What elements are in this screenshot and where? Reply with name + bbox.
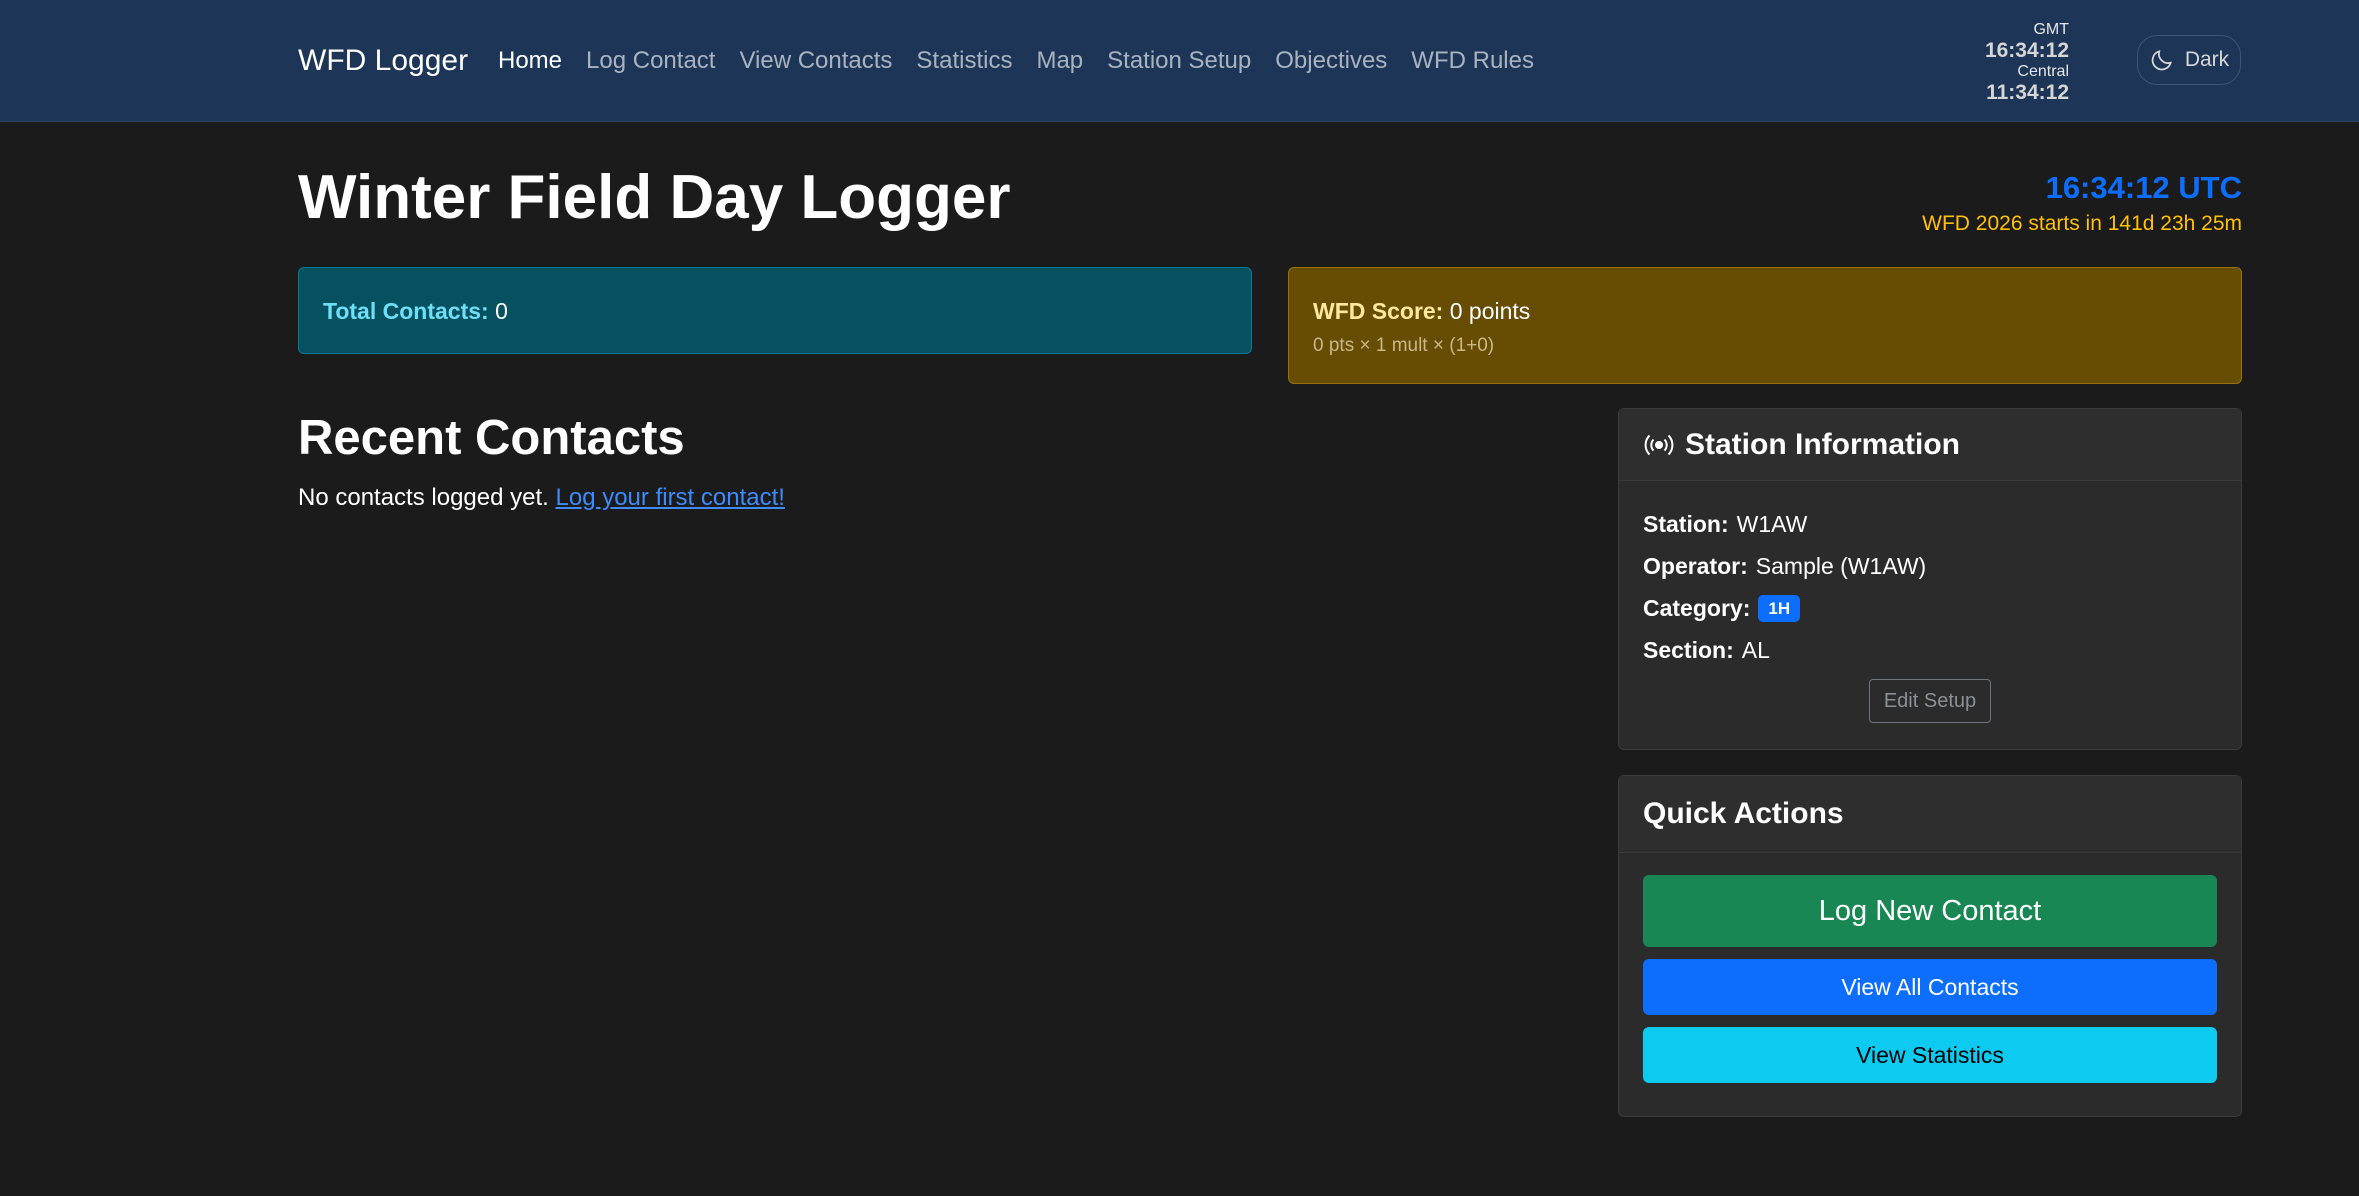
recent-contacts-title: Recent Contacts bbox=[298, 411, 685, 465]
view-all-contacts-button[interactable]: View All Contacts bbox=[1643, 959, 2217, 1015]
utc-clock: 16:34:12 UTC bbox=[2045, 170, 2242, 205]
clock-time-gmt: 16:34:12 bbox=[1984, 39, 2069, 62]
operator-row: Operator: Sample (W1AW) bbox=[1643, 553, 2217, 580]
theme-toggle-button[interactable]: Dark bbox=[2137, 35, 2241, 85]
section-row: Section: AL bbox=[1643, 637, 2217, 664]
wfd-score-value: 0 points bbox=[1449, 298, 1531, 324]
nav-links: Home Log Contact View Contacts Statistic… bbox=[498, 47, 1558, 75]
clock-time-central: 11:34:12 bbox=[1986, 81, 2069, 104]
nav-link-view-contacts[interactable]: View Contacts bbox=[739, 47, 892, 75]
section-value: AL bbox=[1741, 637, 1770, 663]
operator-label: Operator: bbox=[1643, 553, 1748, 579]
log-first-contact-link[interactable]: Log your first contact! bbox=[556, 484, 785, 511]
nav-link-log-contact[interactable]: Log Contact bbox=[586, 47, 715, 75]
section-label: Section: bbox=[1643, 637, 1734, 663]
category-row: Category: 1H bbox=[1643, 595, 2217, 622]
theme-toggle-label: Dark bbox=[2184, 48, 2230, 71]
page-title: Winter Field Day Logger bbox=[298, 163, 1011, 232]
log-new-contact-button[interactable]: Log New Contact bbox=[1643, 875, 2217, 947]
wfd-score-alert: WFD Score: 0 points 0 pts × 1 mult × (1+… bbox=[1288, 267, 2242, 384]
station-info-header: Station Information bbox=[1619, 409, 2241, 481]
nav-link-objectives[interactable]: Objectives bbox=[1275, 47, 1387, 75]
total-contacts-alert: Total Contacts: 0 bbox=[298, 267, 1252, 354]
station-label: Station: bbox=[1643, 511, 1729, 537]
clock-zone-gmt: GMT bbox=[2033, 21, 2069, 38]
nav-link-map[interactable]: Map bbox=[1036, 47, 1083, 75]
station-info-title: Station Information bbox=[1685, 427, 1960, 461]
quick-actions-card: Quick Actions Log New Contact View All C… bbox=[1618, 775, 2242, 1117]
brand-link[interactable]: WFD Logger bbox=[298, 44, 468, 78]
total-contacts-value: 0 bbox=[495, 298, 508, 324]
wfd-countdown: WFD 2026 starts in 141d 23h 25m bbox=[1922, 212, 2242, 235]
clock-zone-central: Central bbox=[2017, 63, 2069, 80]
category-badge: 1H bbox=[1758, 595, 1801, 622]
nav-link-home[interactable]: Home bbox=[498, 47, 562, 75]
nav-link-statistics[interactable]: Statistics bbox=[916, 47, 1012, 75]
operator-value: Sample (W1AW) bbox=[1755, 553, 1927, 579]
view-statistics-button[interactable]: View Statistics bbox=[1643, 1027, 2217, 1083]
navbar-clocks: GMT 16:34:12 Central 11:34:12 bbox=[1949, 22, 2069, 106]
station-value: W1AW bbox=[1736, 511, 1808, 537]
total-contacts-label: Total Contacts: bbox=[323, 298, 489, 324]
nav-link-station-setup[interactable]: Station Setup bbox=[1107, 47, 1251, 75]
station-info-card: Station Information Station: W1AW Operat… bbox=[1618, 408, 2242, 750]
quick-actions-header: Quick Actions bbox=[1619, 776, 2241, 853]
broadcast-icon bbox=[1644, 434, 1674, 455]
wfd-score-label: WFD Score: bbox=[1313, 298, 1444, 324]
moon-icon bbox=[2151, 50, 2172, 71]
station-row: Station: W1AW bbox=[1643, 511, 2217, 538]
category-label: Category: bbox=[1643, 595, 1751, 621]
edit-setup-button[interactable]: Edit Setup bbox=[1869, 679, 1991, 723]
wfd-score-detail: 0 pts × 1 mult × (1+0) bbox=[1313, 335, 1495, 356]
top-navbar: WFD Logger Home Log Contact View Contact… bbox=[0, 0, 2359, 122]
recent-contacts-empty: No contacts logged yet. Log your first c… bbox=[298, 484, 785, 512]
quick-actions-title: Quick Actions bbox=[1643, 797, 1844, 830]
nav-link-wfd-rules[interactable]: WFD Rules bbox=[1411, 47, 1534, 75]
empty-message: No contacts logged yet. bbox=[298, 484, 549, 511]
